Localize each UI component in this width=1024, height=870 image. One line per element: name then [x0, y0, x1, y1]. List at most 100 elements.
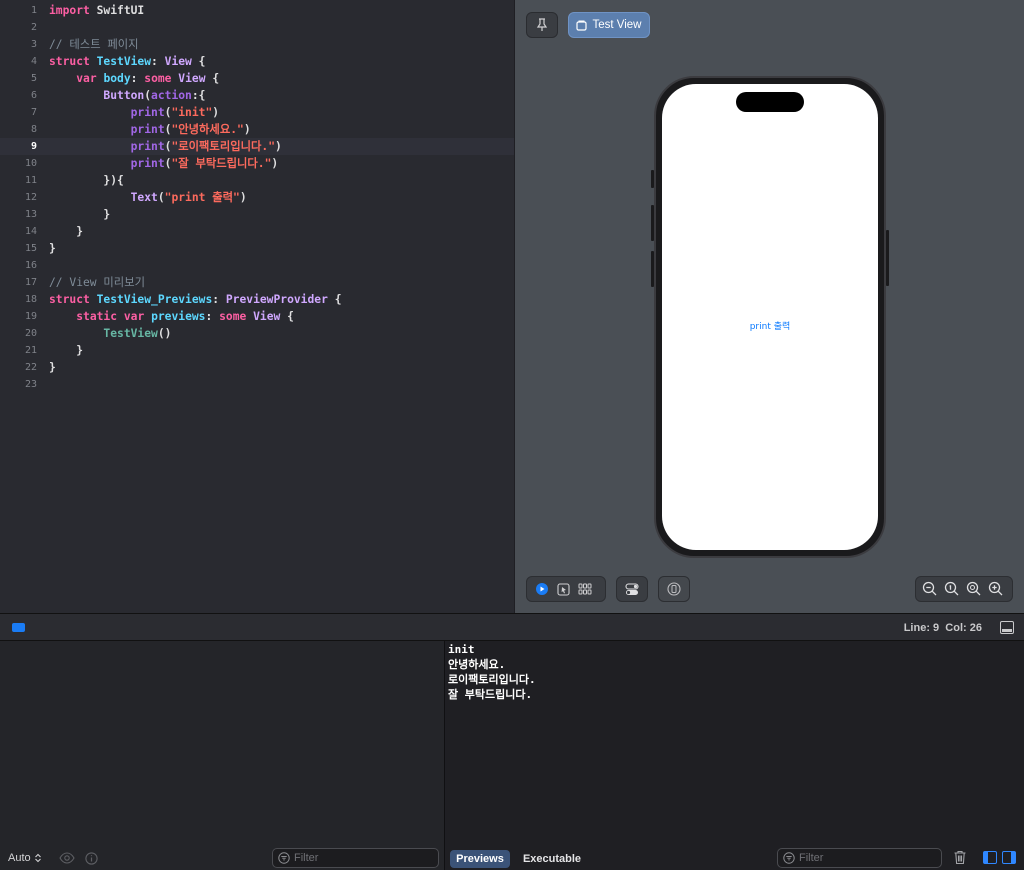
- code-token: TestView: [103, 327, 158, 340]
- code-text: TestView(): [49, 325, 171, 342]
- console-filter-field[interactable]: Filter: [777, 848, 942, 868]
- device-action-button: [651, 170, 654, 188]
- toggle-debug-area-icon[interactable]: [1000, 621, 1014, 634]
- code-line[interactable]: 22}: [0, 359, 514, 376]
- code-line[interactable]: 20 TestView(): [0, 325, 514, 342]
- code-text: }: [49, 240, 56, 257]
- code-token: ): [275, 140, 282, 153]
- code-token: ): [239, 191, 247, 204]
- code-token: }: [49, 225, 84, 238]
- code-token: {: [327, 293, 342, 306]
- code-line[interactable]: 6 Button(action:{: [0, 87, 514, 104]
- preview-tab-test-view[interactable]: Test View: [568, 12, 650, 38]
- variables-view: [0, 641, 445, 870]
- code-line[interactable]: 14 }: [0, 223, 514, 240]
- line-number: 17: [24, 277, 37, 288]
- code-line[interactable]: 17 // View 미리보기: [0, 274, 514, 291]
- view-icon: [576, 20, 588, 31]
- code-token: (: [157, 191, 165, 204]
- console-segment-executable[interactable]: Executable: [516, 850, 588, 868]
- variants-grid-icon[interactable]: [578, 583, 592, 595]
- code-line[interactable]: 15}: [0, 240, 514, 257]
- line-number: 15: [24, 243, 37, 254]
- code-line[interactable]: 10 print("잘 부탁드립니다."): [0, 155, 514, 172]
- code-line[interactable]: 12 Text("print 출력"): [0, 189, 514, 206]
- code-token: {: [280, 310, 294, 323]
- code-line[interactable]: 16: [0, 257, 514, 274]
- print-output-button[interactable]: print 출력: [662, 319, 878, 332]
- code-token: print: [130, 106, 165, 119]
- line-number: 19: [24, 311, 37, 322]
- code-token: action: [151, 89, 192, 102]
- pin-preview-button[interactable]: [526, 12, 558, 38]
- preview-canvas: Test View print 출력: [515, 0, 1024, 613]
- device-screen: print 출력: [662, 84, 878, 550]
- line-label: Line:: [903, 622, 930, 634]
- show-console-view-icon[interactable]: [1002, 851, 1016, 864]
- info-icon[interactable]: [85, 852, 98, 865]
- code-text: }: [49, 223, 83, 240]
- code-line[interactable]: 9 print("로이팩토리입니다."): [0, 138, 514, 155]
- code-line[interactable]: 4 struct TestView: View {: [0, 53, 514, 70]
- cursor-position: Line: 9 Col: 26: [904, 622, 982, 634]
- line-number: 23: [24, 379, 37, 390]
- variables-scope-select[interactable]: Auto: [8, 846, 42, 870]
- variables-filter-placeholder: Filter: [294, 852, 319, 864]
- code-text: struct TestView_Previews: PreviewProvide…: [49, 291, 342, 308]
- line-number: 11: [24, 175, 37, 186]
- debug-area-indicator-icon[interactable]: [12, 623, 25, 632]
- live-mode-icon[interactable]: [535, 582, 549, 596]
- selectable-mode-icon[interactable]: [557, 582, 570, 596]
- code-token: "print 출력": [164, 191, 240, 204]
- code-line[interactable]: 8 print("안녕하세요."): [0, 121, 514, 138]
- console-segment-previews[interactable]: Previews: [450, 850, 510, 868]
- code-token: }){: [49, 174, 124, 187]
- console-filter-placeholder: Filter: [799, 852, 824, 864]
- line-number: 10: [24, 158, 37, 169]
- line-number: 20: [24, 328, 37, 339]
- line-number: 3: [30, 39, 37, 50]
- code-token: TestView: [96, 55, 152, 68]
- device-settings-button[interactable]: [658, 576, 690, 602]
- updown-chevron-icon: [34, 853, 41, 863]
- code-token: "로이팩토리입니다.": [171, 140, 276, 153]
- toggle-settings-icon: [625, 582, 639, 595]
- code-line[interactable]: 19 static var previews: some View {: [0, 308, 514, 325]
- code-token: SwiftUI: [89, 4, 145, 17]
- source-editor[interactable]: 1 import SwiftUI 2 3// 테스트 페이지 4 struct TestV…: [0, 0, 514, 613]
- code-token: Button: [103, 89, 145, 102]
- code-text: }: [49, 206, 110, 223]
- code-text: var body: some View {: [49, 70, 219, 87]
- show-variables-view-icon[interactable]: [983, 851, 997, 864]
- variables-filter-field[interactable]: Filter: [272, 848, 439, 868]
- code-line[interactable]: 3 // 테스트 페이지: [0, 36, 514, 53]
- code-line[interactable]: 1 import SwiftUI: [0, 2, 514, 19]
- code-line[interactable]: 5 var body: some View {: [0, 70, 514, 87]
- zoom-100-icon[interactable]: [944, 581, 960, 597]
- code-text: }: [49, 342, 83, 359]
- zoom-out-icon[interactable]: [922, 581, 938, 597]
- code-text: Button(action:{: [49, 87, 205, 104]
- canvas-settings-button[interactable]: [616, 576, 648, 602]
- code-line[interactable]: 2: [0, 19, 514, 36]
- code-token: }: [49, 242, 56, 255]
- zoom-in-icon[interactable]: [988, 581, 1004, 597]
- eye-icon[interactable]: [59, 852, 75, 864]
- code-token: }: [49, 208, 111, 221]
- zoom-to-fit-icon[interactable]: [966, 581, 982, 597]
- code-line[interactable]: 18 struct TestView_Previews: PreviewProvi…: [0, 291, 514, 308]
- code-line[interactable]: 13 }: [0, 206, 514, 223]
- code-token: }: [49, 344, 84, 357]
- console-output[interactable]: init 안녕하세요. 로이팩토리입니다. 잘 부탁드립니다.: [446, 641, 1024, 870]
- code-line[interactable]: 21 }: [0, 342, 514, 359]
- trash-icon[interactable]: [953, 850, 967, 865]
- code-line[interactable]: 23: [0, 376, 514, 393]
- code-text: struct TestView: View {: [49, 53, 205, 70]
- code-text: static var previews: some View {: [49, 308, 294, 325]
- console-line: 안녕하세요.: [448, 658, 506, 671]
- code-line[interactable]: 7 print("init"): [0, 104, 514, 121]
- code-line[interactable]: 11 }){: [0, 172, 514, 189]
